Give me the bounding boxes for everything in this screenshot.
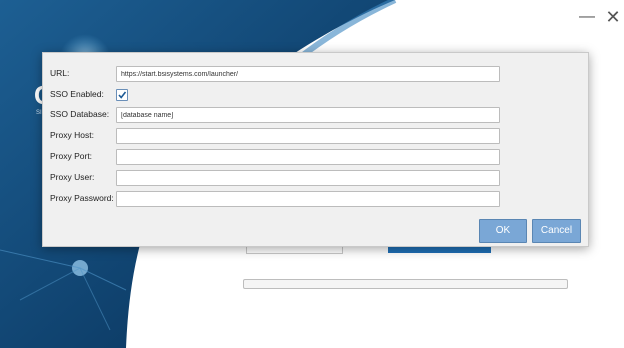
sso-enabled-row: SSO Enabled: bbox=[43, 87, 588, 103]
proxy-port-label: Proxy Port: bbox=[50, 151, 93, 161]
url-row: URL: bbox=[43, 66, 588, 82]
minimize-button[interactable]: — bbox=[578, 8, 596, 26]
proxy-host-label: Proxy Host: bbox=[50, 130, 94, 140]
close-icon[interactable]: ✕ bbox=[604, 8, 622, 26]
sso-database-input[interactable] bbox=[116, 107, 500, 123]
proxy-password-row: Proxy Password: bbox=[43, 191, 588, 207]
url-input[interactable] bbox=[116, 66, 500, 82]
connection-settings-dialog: URL: SSO Enabled: SSO Database: Proxy Ho… bbox=[42, 52, 589, 247]
ok-button[interactable]: OK bbox=[479, 219, 527, 243]
progress-bar bbox=[243, 279, 568, 289]
url-label: URL: bbox=[50, 68, 70, 78]
cancel-button[interactable]: Cancel bbox=[532, 219, 581, 243]
proxy-password-input[interactable] bbox=[116, 191, 500, 207]
proxy-user-input[interactable] bbox=[116, 170, 500, 186]
proxy-host-input[interactable] bbox=[116, 128, 500, 144]
proxy-user-row: Proxy User: bbox=[43, 170, 588, 186]
sso-enabled-checkbox[interactable] bbox=[116, 89, 128, 101]
sso-database-row: SSO Database: bbox=[43, 107, 588, 123]
proxy-host-row: Proxy Host: bbox=[43, 128, 588, 144]
proxy-user-label: Proxy User: bbox=[50, 172, 95, 182]
proxy-port-input[interactable] bbox=[116, 149, 500, 165]
sso-enabled-label: SSO Enabled: bbox=[50, 89, 104, 99]
proxy-password-label: Proxy Password: bbox=[50, 193, 114, 203]
sso-database-label: SSO Database: bbox=[50, 109, 110, 119]
proxy-port-row: Proxy Port: bbox=[43, 149, 588, 165]
checkmark-icon bbox=[118, 91, 127, 99]
